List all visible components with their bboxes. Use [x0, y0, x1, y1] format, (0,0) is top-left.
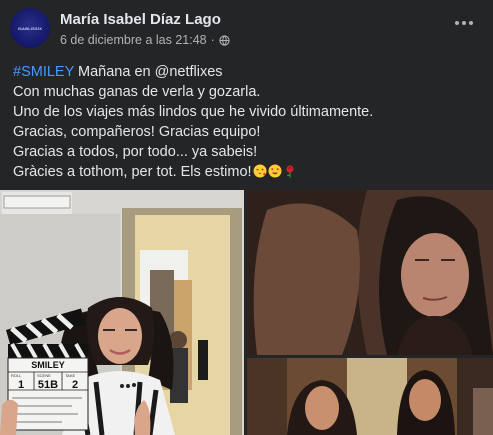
post-line-2: Con muchas ganas de verla y gozarla.: [13, 84, 261, 100]
post-timestamp[interactable]: 6 de diciembre a las 21:48: [60, 33, 207, 47]
face-blowing-kiss-icon: [253, 164, 267, 178]
photo-clapperboard[interactable]: SMILEY ROLL SCENE TAKE 1 51B 2: [0, 190, 244, 435]
post-line-3: Uno de los viajes más lindos que he vivi…: [13, 104, 374, 120]
post-line-5: Gracias a todos, por todo... ya sabeis!: [13, 144, 258, 160]
photo-grid: SMILEY ROLL SCENE TAKE 1 51B 2: [0, 190, 493, 435]
avatar-text: ISABLISSIX: [17, 25, 43, 31]
more-options-icon[interactable]: [455, 18, 475, 28]
globe-icon[interactable]: [219, 34, 230, 46]
heart-eyes-icon: [268, 164, 282, 178]
hashtag-link[interactable]: #SMILEY: [13, 64, 74, 80]
post-line-1: #SMILEY Mañana en @netflixes: [13, 64, 223, 80]
post-meta: 6 de diciembre a las 21:48 ·: [60, 33, 230, 47]
rose-icon: [285, 165, 294, 178]
post-line-4: Gracias, compañeros! Gracias equipo!: [13, 124, 261, 140]
clapper-title: SMILEY: [31, 360, 65, 370]
clapper-roll-label: ROLL: [11, 373, 22, 378]
author-name[interactable]: María Isabel Díaz Lago: [60, 11, 221, 28]
post-text: #SMILEY Mañana en @netflixes Con muchas …: [13, 62, 483, 182]
photo-film-still-closeup[interactable]: [247, 190, 493, 355]
clapper-take-value: 2: [72, 379, 78, 391]
avatar[interactable]: ISABLISSIX: [10, 8, 50, 48]
photo-film-still-group[interactable]: [247, 358, 493, 435]
clapper-take-label: TAKE: [65, 373, 75, 378]
post-header: ISABLISSIX María Isabel Díaz Lago 6 de d…: [0, 0, 493, 60]
clapper-scene-label: SCENE: [37, 373, 51, 378]
photo-film-still-closeup-art: [247, 190, 493, 355]
facebook-post: ISABLISSIX María Isabel Díaz Lago 6 de d…: [0, 0, 493, 435]
photo-clapperboard-art: SMILEY ROLL SCENE TAKE 1 51B 2: [0, 190, 244, 435]
post-line-6: Gràcies a tothom, per tot. Els estimo!: [13, 162, 483, 182]
clapper-scene-value: 51B: [38, 379, 58, 391]
photo-film-still-group-art: [247, 358, 493, 435]
clapper-roll-value: 1: [18, 379, 24, 391]
meta-separator: ·: [210, 33, 215, 47]
